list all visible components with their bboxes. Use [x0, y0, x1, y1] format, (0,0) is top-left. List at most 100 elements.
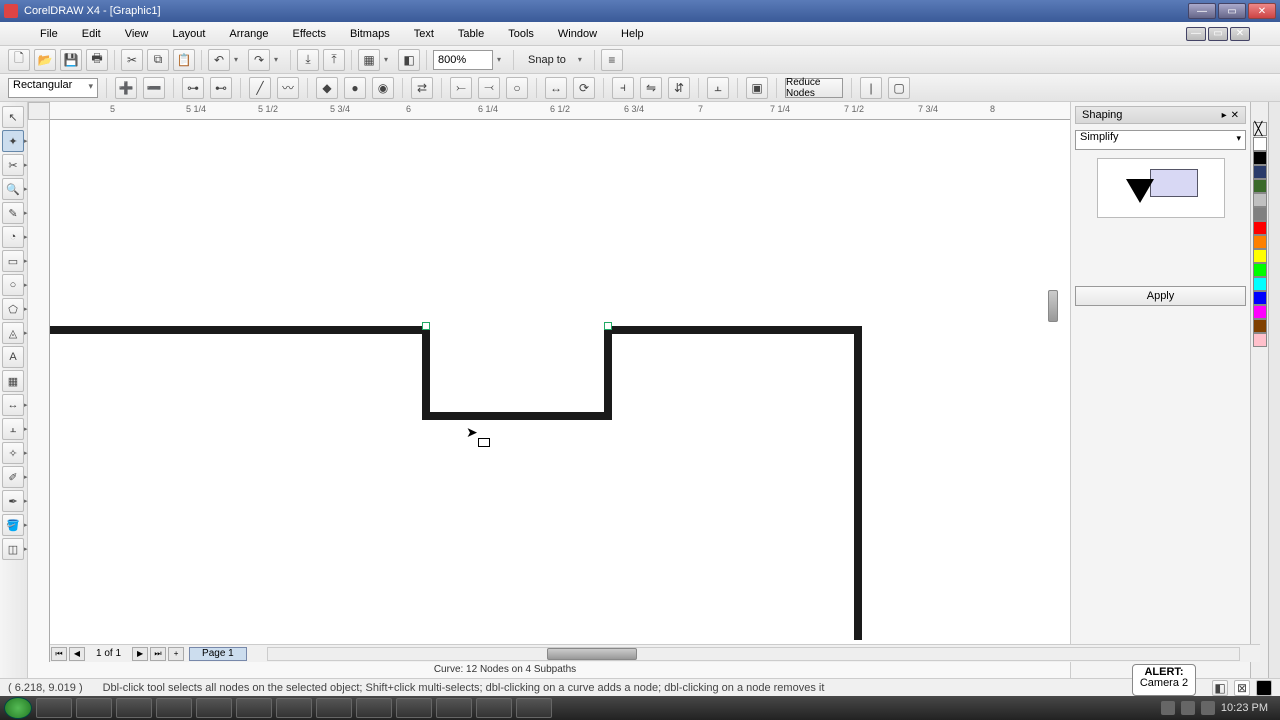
- cut-icon[interactable]: ✂: [121, 49, 143, 71]
- maximize-button[interactable]: ▭: [1218, 3, 1246, 19]
- freehand-tool-icon[interactable]: ✎: [2, 202, 24, 224]
- import-icon[interactable]: ⤓: [297, 49, 319, 71]
- color-swatch[interactable]: [1253, 221, 1267, 235]
- to-curve-icon[interactable]: 〰: [277, 77, 299, 99]
- taskbar-item[interactable]: [116, 698, 152, 718]
- close-button[interactable]: ✕: [1248, 3, 1276, 19]
- options-icon[interactable]: ≡: [601, 49, 623, 71]
- menu-arrange[interactable]: Arrange: [219, 26, 278, 42]
- add-node-icon[interactable]: ➕: [115, 77, 137, 99]
- taskbar-item[interactable]: [156, 698, 192, 718]
- table-tool-icon[interactable]: ▦: [2, 370, 24, 392]
- extract-subpath-icon[interactable]: ⤙: [478, 77, 500, 99]
- stretch-nodes-icon[interactable]: ↔: [545, 77, 567, 99]
- menu-tools[interactable]: Tools: [498, 26, 544, 42]
- symm-node-icon[interactable]: ◉: [372, 77, 394, 99]
- break-node-icon[interactable]: ⊷: [210, 77, 232, 99]
- volume-icon[interactable]: [1201, 701, 1215, 715]
- doc-close-button[interactable]: ✕: [1230, 27, 1250, 41]
- to-line-icon[interactable]: ╱: [249, 77, 271, 99]
- taskbar-item[interactable]: [36, 698, 72, 718]
- no-color-swatch[interactable]: ╳: [1253, 122, 1267, 136]
- new-icon[interactable]: 🗋: [8, 49, 30, 71]
- export-icon[interactable]: ⤒: [323, 49, 345, 71]
- menu-layout[interactable]: Layout: [162, 26, 215, 42]
- taskbar-item[interactable]: [196, 698, 232, 718]
- elastic-icon[interactable]: ⫠: [707, 77, 729, 99]
- color-swatch[interactable]: [1253, 193, 1267, 207]
- shape-tool-icon[interactable]: ✦: [2, 130, 24, 152]
- join-nodes-icon[interactable]: ⊶: [182, 77, 204, 99]
- selection-mode-select[interactable]: Rectangular: [8, 78, 98, 98]
- color-swatch[interactable]: [1253, 263, 1267, 277]
- next-page-icon[interactable]: ▶: [132, 647, 148, 661]
- menu-effects[interactable]: Effects: [283, 26, 336, 42]
- taskbar-item[interactable]: [516, 698, 552, 718]
- taskbar-item[interactable]: [236, 698, 272, 718]
- interactive-tool-icon[interactable]: ✧: [2, 442, 24, 464]
- open-icon[interactable]: 📂: [34, 49, 56, 71]
- launcher-dropdown-icon[interactable]: ▾: [384, 55, 394, 64]
- color-swatch[interactable]: [1253, 305, 1267, 319]
- apply-button[interactable]: Apply: [1075, 286, 1246, 306]
- text-tool-icon[interactable]: A: [2, 346, 24, 368]
- color-swatch[interactable]: [1253, 249, 1267, 263]
- ellipse-tool-icon[interactable]: ○: [2, 274, 24, 296]
- zoom-tool-icon[interactable]: 🔍: [2, 178, 24, 200]
- menu-file[interactable]: File: [30, 26, 68, 42]
- zoom-input[interactable]: [433, 50, 493, 70]
- delete-node-icon[interactable]: ➖: [143, 77, 165, 99]
- h-scroll-thumb[interactable]: [547, 648, 637, 660]
- color-swatch[interactable]: [1253, 207, 1267, 221]
- curve-node[interactable]: [604, 322, 612, 330]
- pick-tool-icon[interactable]: ↖: [2, 106, 24, 128]
- outline-tool-icon[interactable]: ✒: [2, 490, 24, 512]
- taskbar-item[interactable]: [356, 698, 392, 718]
- docker-auto-hide-icon[interactable]: ▸: [1222, 110, 1227, 121]
- taskbar-item[interactable]: [396, 698, 432, 718]
- fill-tool-icon[interactable]: 🪣: [2, 514, 24, 536]
- undo-icon[interactable]: ↶: [208, 49, 230, 71]
- menu-text[interactable]: Text: [404, 26, 444, 42]
- color-swatch[interactable]: [1253, 137, 1267, 151]
- redo-icon[interactable]: ↷: [248, 49, 270, 71]
- interactive-fill-tool-icon[interactable]: ◫: [2, 538, 24, 560]
- first-page-icon[interactable]: ⏮: [51, 647, 67, 661]
- menu-table[interactable]: Table: [448, 26, 494, 42]
- menu-view[interactable]: View: [115, 26, 159, 42]
- color-swatch[interactable]: [1253, 277, 1267, 291]
- no-fill-indicator-icon[interactable]: ⊠: [1234, 680, 1250, 696]
- smart-fill-tool-icon[interactable]: ◔: [2, 226, 24, 248]
- color-swatch[interactable]: [1253, 151, 1267, 165]
- save-icon[interactable]: 💾: [60, 49, 82, 71]
- redo-dropdown-icon[interactable]: ▾: [274, 55, 284, 64]
- app-launcher-icon[interactable]: ▦: [358, 49, 380, 71]
- color-swatch[interactable]: [1253, 235, 1267, 249]
- docker-close-icon[interactable]: ✕: [1231, 110, 1239, 121]
- prev-page-icon[interactable]: ◀: [69, 647, 85, 661]
- connector-tool-icon[interactable]: ⫠: [2, 418, 24, 440]
- reflect-v-icon[interactable]: ⇵: [668, 77, 690, 99]
- color-swatch[interactable]: [1253, 319, 1267, 333]
- close-curve-icon[interactable]: ○: [506, 77, 528, 99]
- rectangle-tool-icon[interactable]: ▭: [2, 250, 24, 272]
- rotate-nodes-icon[interactable]: ⟳: [573, 77, 595, 99]
- copy-icon[interactable]: ⧉: [147, 49, 169, 71]
- taskbar-item[interactable]: [316, 698, 352, 718]
- vertical-ruler[interactable]: [28, 120, 50, 662]
- basic-shapes-tool-icon[interactable]: ◬: [2, 322, 24, 344]
- color-swatch[interactable]: [1253, 165, 1267, 179]
- dimension-tool-icon[interactable]: ↔: [2, 394, 24, 416]
- curve-smooth-slider-icon[interactable]: |: [860, 77, 882, 99]
- paste-icon[interactable]: 📋: [173, 49, 195, 71]
- last-page-icon[interactable]: ⏭: [150, 647, 166, 661]
- clock[interactable]: 10:23 PM: [1221, 702, 1268, 714]
- snap-dropdown-icon[interactable]: ▾: [578, 55, 588, 64]
- doc-minimize-button[interactable]: —: [1186, 27, 1206, 41]
- zoom-dropdown-icon[interactable]: ▾: [497, 55, 507, 64]
- menu-window[interactable]: Window: [548, 26, 607, 42]
- tray-icon[interactable]: [1161, 701, 1175, 715]
- docker-tabs[interactable]: [1268, 102, 1280, 680]
- reflect-h-icon[interactable]: ⇋: [640, 77, 662, 99]
- crop-tool-icon[interactable]: ✂: [2, 154, 24, 176]
